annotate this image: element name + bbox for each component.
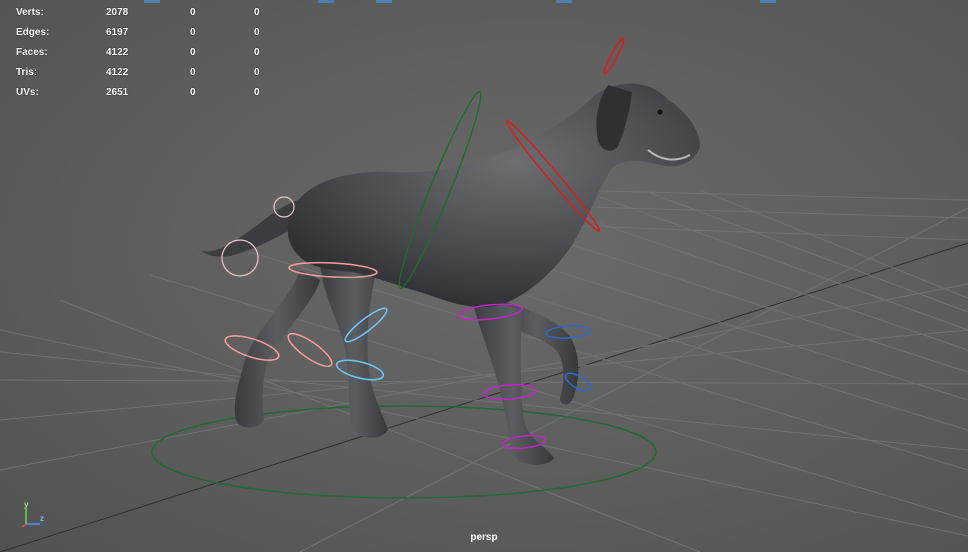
hud-row-verts: Verts: 2078 0 0 (16, 3, 276, 23)
hud-selected-2: 0 (254, 87, 260, 98)
hud-selected: 0 (190, 47, 196, 58)
hud-selected-2: 0 (254, 47, 260, 58)
hud-label: Tris: (16, 67, 38, 78)
hud-total: 6197 (106, 27, 129, 38)
poly-count-hud: Verts: 2078 0 0 Edges: 6197 0 0 Faces: 4… (16, 3, 276, 103)
hud-total: 2078 (106, 7, 129, 18)
hud-row-faces: Faces: 4122 0 0 (16, 43, 276, 63)
axis-z-label: z (40, 514, 44, 523)
hud-row-edges: Edges: 6197 0 0 (16, 23, 276, 43)
hud-label: Verts: (16, 7, 44, 18)
root-control[interactable] (151, 405, 657, 499)
head-control[interactable] (602, 37, 626, 75)
hud-row-uvs: UVs: 2651 0 0 (16, 83, 276, 103)
hud-total: 4122 (106, 47, 129, 58)
view-axis-gizmo: y z (18, 500, 58, 530)
hud-selected-2: 0 (254, 27, 260, 38)
hud-label: Faces: (16, 47, 48, 58)
hud-total: 4122 (106, 67, 129, 78)
hud-label: Edges: (16, 27, 50, 38)
hud-selected: 0 (190, 87, 196, 98)
axis-y-label: y (24, 500, 29, 509)
hud-selected-2: 0 (254, 67, 260, 78)
hud-selected: 0 (190, 67, 196, 78)
dog-hind-leg-back[interactable] (234, 270, 320, 428)
hud-selected: 0 (190, 27, 196, 38)
dog-eye (657, 109, 663, 115)
hud-total: 2651 (106, 87, 129, 98)
hud-label: UVs: (16, 87, 39, 98)
camera-name-label: persp (470, 532, 498, 543)
hud-row-tris: Tris: 4122 0 0 (16, 63, 276, 83)
hind-knee-control-right[interactable] (284, 329, 336, 372)
3d-viewport[interactable]: Verts: 2078 0 0 Edges: 6197 0 0 Faces: 4… (0, 0, 968, 552)
hud-selected: 0 (190, 7, 196, 18)
hud-selected-2: 0 (254, 7, 260, 18)
